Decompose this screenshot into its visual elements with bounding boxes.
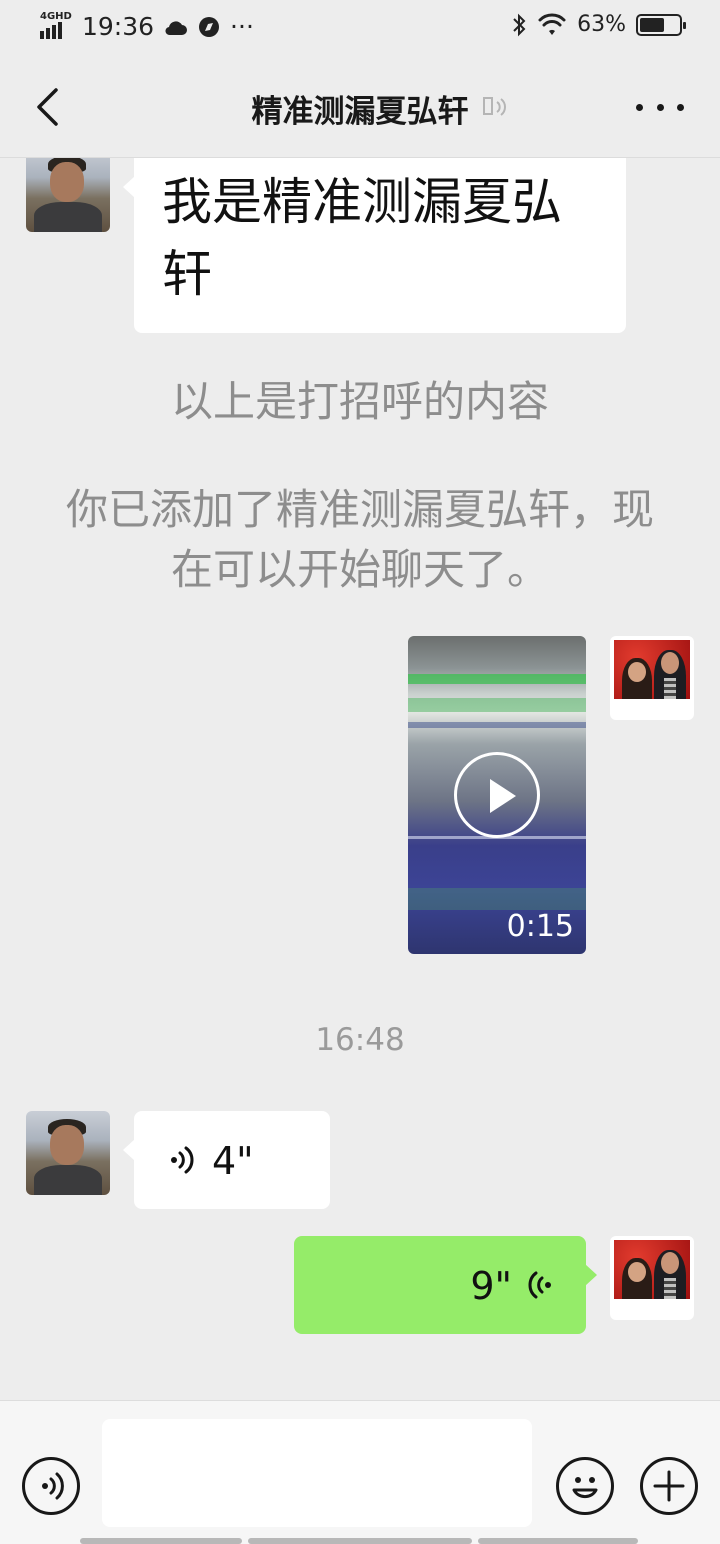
play-icon[interactable] xyxy=(454,752,540,838)
wifi-icon xyxy=(538,13,566,35)
input-bar xyxy=(0,1400,720,1544)
incoming-text-bubble[interactable]: 我是精准测漏夏弘轩 xyxy=(123,158,626,333)
nav-indicator xyxy=(80,1538,242,1544)
video-message[interactable]: 0:15 xyxy=(408,636,586,954)
cloud-icon xyxy=(165,20,188,35)
clock: 19:36 xyxy=(82,12,155,41)
system-message: 以上是打招呼的内容 xyxy=(170,377,549,426)
chat-timestamp: 16:48 xyxy=(315,1022,405,1058)
emoji-icon[interactable] xyxy=(556,1457,614,1515)
status-bar: 4GHD 19:36 ··· 63% xyxy=(0,0,720,56)
voice-duration: 4" xyxy=(212,1139,254,1183)
video-duration: 0:15 xyxy=(506,909,574,944)
plus-icon[interactable] xyxy=(640,1457,698,1515)
chat-area: 我是精准测漏夏弘轩 以上是打招呼的内容 你已添加了精准测漏夏弘轩，现在可以开始聊… xyxy=(0,158,720,1400)
network-type: 4GHD xyxy=(40,10,72,22)
chat-title: 精准测漏夏弘轩 xyxy=(251,94,469,130)
system-message: 你已添加了精准测漏夏弘轩，现在可以开始聊天了。 xyxy=(66,485,655,594)
status-more: ··· xyxy=(230,12,254,41)
cellular-signal-icon: 4GHD xyxy=(40,10,72,41)
voice-wave-icon xyxy=(528,1271,551,1299)
outgoing-voice-bubble[interactable]: 9" xyxy=(294,1236,597,1334)
incoming-voice-bubble[interactable]: 4" xyxy=(123,1111,330,1209)
nav-indicator xyxy=(478,1538,638,1544)
battery-percent: 63% xyxy=(577,12,626,37)
voice-wave-icon xyxy=(171,1146,194,1174)
my-avatar[interactable] xyxy=(610,1236,694,1320)
status-bar-right: 63% xyxy=(511,12,686,37)
earpiece-mode-icon xyxy=(483,97,506,116)
chat-header: 精准测漏夏弘轩 xyxy=(0,56,720,158)
contact-avatar[interactable] xyxy=(26,158,110,232)
my-avatar[interactable] xyxy=(610,636,694,720)
message-text: 我是精准测漏夏弘轩 xyxy=(162,173,562,303)
bluetooth-icon xyxy=(513,13,526,36)
battery-icon xyxy=(636,13,686,36)
nav-indicator xyxy=(248,1538,472,1544)
compass-icon xyxy=(199,16,220,37)
voice-duration: 9" xyxy=(470,1264,512,1308)
message-input[interactable] xyxy=(102,1419,532,1527)
voice-mode-icon[interactable] xyxy=(22,1457,80,1515)
contact-avatar[interactable] xyxy=(26,1111,110,1195)
more-dots-icon[interactable] xyxy=(636,92,684,122)
status-bar-left: 4GHD 19:36 ··· xyxy=(40,10,254,41)
